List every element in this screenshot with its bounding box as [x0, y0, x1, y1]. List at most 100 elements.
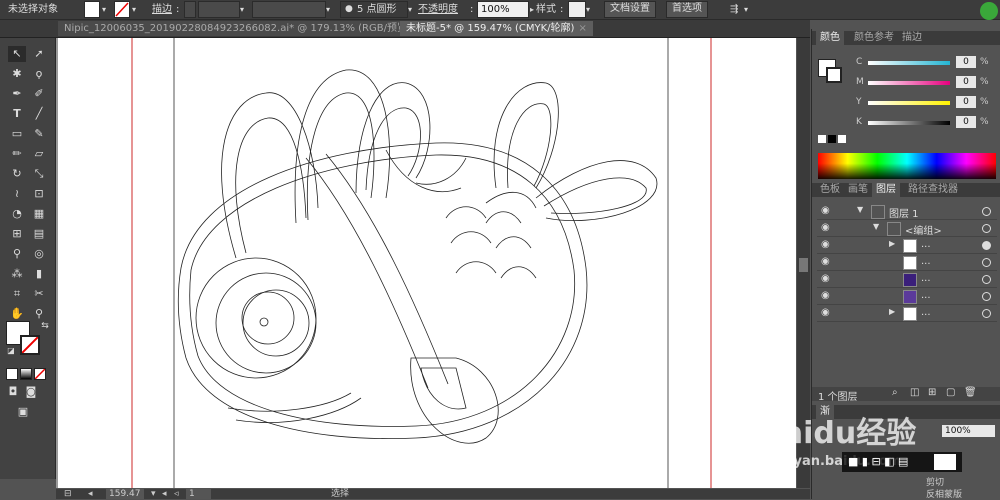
white-swatch[interactable]: [838, 135, 846, 143]
magic-wand-tool-icon[interactable]: ✱: [8, 66, 26, 82]
canvas-area[interactable]: [56, 38, 796, 488]
tab-layers[interactable]: 图层: [872, 183, 900, 197]
expand-triangle-icon[interactable]: ▼: [857, 205, 863, 214]
brush-definition[interactable]: ● 5 点圆形: [340, 1, 408, 18]
pencil-tool-icon[interactable]: ✏: [8, 146, 26, 162]
new-layer-icon[interactable]: ▢: [946, 387, 955, 398]
target-icon[interactable]: [982, 292, 991, 301]
draw-behind-icon[interactable]: ◙: [22, 384, 40, 400]
tab-stroke[interactable]: 描边: [898, 31, 926, 45]
artboard-tool-icon[interactable]: ⌗: [8, 286, 26, 302]
none-mode-icon[interactable]: [34, 368, 46, 380]
fill-dropdown-icon[interactable]: ▾: [102, 2, 106, 17]
rectangle-tool-icon[interactable]: ▭: [8, 126, 26, 142]
lasso-tool-icon[interactable]: ϙ: [30, 66, 48, 82]
rotate-tool-icon[interactable]: ↻: [8, 166, 26, 182]
page-field[interactable]: 1: [186, 489, 211, 499]
stroke-weight-stepper[interactable]: [184, 1, 196, 18]
slice-tool-icon[interactable]: ✂: [30, 286, 48, 302]
style-swatch[interactable]: [568, 1, 586, 18]
scroll-thumb[interactable]: [799, 258, 808, 272]
eye-icon[interactable]: ◉: [821, 307, 830, 318]
layer-row[interactable]: ◉ ...: [817, 254, 997, 271]
target-icon[interactable]: [982, 207, 991, 216]
none-swatch[interactable]: [818, 135, 826, 143]
tab-swatches[interactable]: 色板: [816, 183, 844, 197]
warp-tool-icon[interactable]: ≀: [8, 186, 26, 202]
pen-tool-icon[interactable]: ✒: [8, 86, 26, 102]
layer-row[interactable]: ◉ ▼ <编组>: [817, 220, 997, 237]
eraser-tool-icon[interactable]: ▱: [30, 146, 48, 162]
selection-tool-icon[interactable]: ↖: [8, 46, 26, 62]
column-graph-tool-icon[interactable]: ▮: [30, 266, 48, 282]
target-icon[interactable]: [982, 275, 991, 284]
layer-row[interactable]: ◉ ...: [817, 288, 997, 305]
shape-builder-tool-icon[interactable]: ◔: [8, 206, 26, 222]
symbol-sprayer-tool-icon[interactable]: ⁂: [8, 266, 26, 282]
layer-row[interactable]: ◉ ▼ 图层 1: [817, 203, 997, 220]
stroke-label[interactable]: 描边: [152, 2, 172, 17]
direct-selection-tool-icon[interactable]: ➚: [30, 46, 48, 62]
zoom-field[interactable]: 159.47: [106, 489, 144, 499]
variable-width-profile[interactable]: [252, 1, 326, 18]
m-track[interactable]: [868, 81, 950, 85]
color-mode-icon[interactable]: [6, 368, 18, 380]
mesh-tool-icon[interactable]: ⊞: [8, 226, 26, 242]
zoom-dropdown-icon[interactable]: ▾: [151, 489, 156, 499]
lower-opacity-input[interactable]: 100%: [942, 425, 995, 437]
target-icon[interactable]: [982, 224, 991, 233]
curvature-tool-icon[interactable]: ✐: [30, 86, 48, 102]
artboard[interactable]: [56, 38, 796, 488]
target-icon[interactable]: [982, 309, 991, 318]
default-colors-icon[interactable]: ◪: [2, 343, 20, 359]
layer-row[interactable]: ◉ ▶ ...: [817, 237, 997, 254]
line-tool-icon[interactable]: ╱: [30, 106, 48, 122]
k-value-input[interactable]: 0: [956, 116, 976, 128]
gradient-tool-icon[interactable]: ▤: [30, 226, 48, 242]
tab-color[interactable]: 颜色: [816, 31, 844, 45]
m-value-input[interactable]: 0: [956, 76, 976, 88]
target-icon[interactable]: [982, 258, 991, 267]
status-nav-icon[interactable]: ◂: [88, 489, 93, 499]
arrange-icon[interactable]: ⇶: [730, 2, 738, 17]
stroke-dropdown-icon[interactable]: ▾: [132, 2, 136, 17]
locate-object-icon[interactable]: ⌕: [892, 387, 898, 398]
eye-icon[interactable]: ◉: [821, 222, 830, 233]
invert-mask-checkbox-label[interactable]: 反相蒙版: [926, 487, 962, 500]
type-tool-icon[interactable]: T: [8, 106, 26, 122]
preferences-button[interactable]: 首选项: [666, 1, 708, 18]
layer-row[interactable]: ◉ ▶ ...: [817, 305, 997, 322]
expand-triangle-icon[interactable]: ▶: [889, 307, 895, 316]
free-transform-tool-icon[interactable]: ⊡: [30, 186, 48, 202]
stroke-weight-input[interactable]: [198, 1, 240, 18]
expand-triangle-icon[interactable]: ▶: [889, 239, 895, 248]
c-value-input[interactable]: 0: [956, 56, 976, 68]
profile-dropdown-icon[interactable]: ▾: [326, 2, 330, 17]
eye-icon[interactable]: ◉: [821, 205, 830, 216]
eyedropper-tool-icon[interactable]: ⚲: [8, 246, 26, 262]
target-icon[interactable]: [982, 241, 991, 250]
y-value-input[interactable]: 0: [956, 96, 976, 108]
expand-triangle-icon[interactable]: ▼: [873, 222, 879, 231]
make-clip-mask-icon[interactable]: ◫: [910, 387, 919, 398]
screen-mode-icon[interactable]: ▣: [14, 404, 32, 420]
black-swatch[interactable]: [828, 135, 836, 143]
scale-tool-icon[interactable]: ⤡: [30, 166, 48, 182]
delete-layer-icon[interactable]: 🗑: [964, 387, 977, 398]
hand-tool-icon[interactable]: ✋: [8, 306, 26, 322]
layer-row[interactable]: ◉ ...: [817, 271, 997, 288]
stroke-swatch[interactable]: [114, 1, 130, 18]
k-track[interactable]: [868, 121, 950, 125]
perspective-grid-tool-icon[interactable]: ▦: [30, 206, 48, 222]
tab-brushes[interactable]: 画笔: [844, 183, 872, 197]
tab-nipic-document[interactable]: Nipic_12006035_20190228084923266082.ai* …: [58, 21, 430, 36]
stroke-weight-dropdown-icon[interactable]: ▾: [240, 2, 244, 17]
first-page-icon[interactable]: ◂: [162, 489, 167, 499]
status-badge-icon[interactable]: [980, 2, 998, 20]
gradient-mode-icon[interactable]: [20, 368, 32, 380]
tab-untitled-5[interactable]: 未标题-5* @ 159.47% (CMYK/轮廓) ×: [400, 21, 593, 36]
y-track[interactable]: [868, 101, 950, 105]
color-stroke-box[interactable]: [826, 67, 842, 83]
eye-icon[interactable]: ◉: [821, 273, 830, 284]
swap-colors-icon[interactable]: ⇆: [36, 318, 54, 334]
